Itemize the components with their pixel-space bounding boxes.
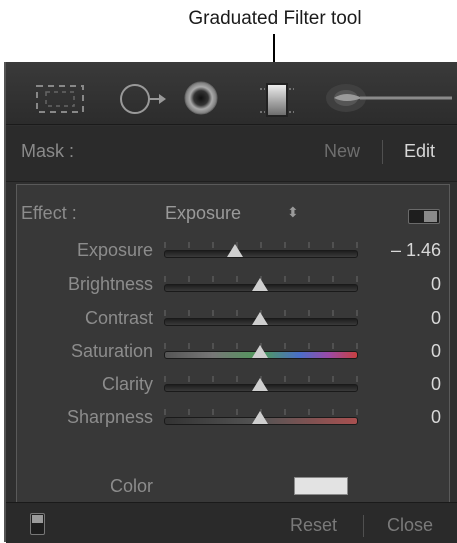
red-eye-icon[interactable] — [182, 79, 220, 117]
slider-value: – 1.46 — [390, 240, 441, 260]
tool-strip — [6, 62, 457, 125]
slider-row-sharpness: Sharpness 0 — [17, 405, 449, 435]
slider-thumb[interactable] — [252, 411, 268, 424]
mask-divider — [382, 140, 383, 164]
mask-edit-button[interactable]: Edit — [404, 141, 435, 162]
mask-bar: Mask : New Edit — [6, 126, 457, 182]
slider-label: Brightness — [67, 274, 153, 294]
slider-thumb[interactable] — [252, 345, 268, 358]
callout-line — [273, 34, 275, 64]
mask-new-button[interactable]: New — [324, 141, 360, 162]
slider-label: Clarity — [101, 374, 153, 394]
adjustment-controls: Effect : Exposure ⬍ Exposure – 1.46 Bright… — [16, 184, 450, 513]
panel-footer: Reset Close — [6, 502, 457, 543]
color-row: Color — [17, 474, 449, 504]
slider-thumb[interactable] — [252, 278, 268, 291]
slider-row-contrast: Contrast 0 — [17, 306, 449, 336]
effect-mode-toggle[interactable] — [408, 209, 440, 224]
updown-arrows-icon[interactable]: ⬍ — [287, 204, 299, 221]
slider-row-clarity: Clarity 0 — [17, 372, 449, 402]
graduated-filter-icon[interactable] — [258, 79, 296, 121]
slider-label: Contrast — [84, 308, 153, 328]
slider-value: 0 — [430, 374, 441, 394]
effect-label: Effect : — [21, 203, 77, 223]
mask-label: Mask : — [21, 141, 75, 161]
footer-divider — [363, 515, 364, 537]
slider-row-brightness: Brightness 0 — [17, 272, 449, 302]
slider-track[interactable] — [164, 250, 358, 258]
color-label: Color — [109, 476, 153, 496]
color-swatch[interactable] — [294, 477, 348, 495]
slider-row-exposure: Exposure – 1.46 — [17, 238, 449, 268]
slider-row-saturation: Saturation 0 — [17, 339, 449, 369]
panel-enable-toggle[interactable] — [30, 513, 45, 535]
slider-label: Sharpness — [66, 407, 153, 427]
slider-value: 0 — [430, 308, 441, 328]
crop-overlay-icon[interactable] — [34, 82, 86, 116]
slider-value: 0 — [430, 274, 441, 294]
graduated-filter-panel: Mask : New Edit Effect : Exposure ⬍ Expo… — [4, 62, 457, 543]
spot-removal-icon[interactable] — [119, 82, 167, 116]
callout-label: Graduated Filter tool — [188, 8, 362, 29]
slider-thumb[interactable] — [252, 312, 268, 325]
close-button[interactable]: Close — [387, 515, 433, 536]
slider-value: 0 — [430, 407, 441, 427]
slider-label: Exposure — [76, 240, 153, 260]
slider-thumb[interactable] — [252, 378, 268, 391]
effect-preset-select[interactable]: Exposure — [165, 203, 241, 224]
slider-thumb[interactable] — [227, 244, 244, 257]
reset-button[interactable]: Reset — [290, 515, 337, 536]
adjustment-brush-icon[interactable] — [324, 80, 454, 116]
slider-ticks — [164, 242, 358, 248]
slider-value: 0 — [430, 341, 441, 361]
slider-label: Saturation — [70, 341, 153, 361]
